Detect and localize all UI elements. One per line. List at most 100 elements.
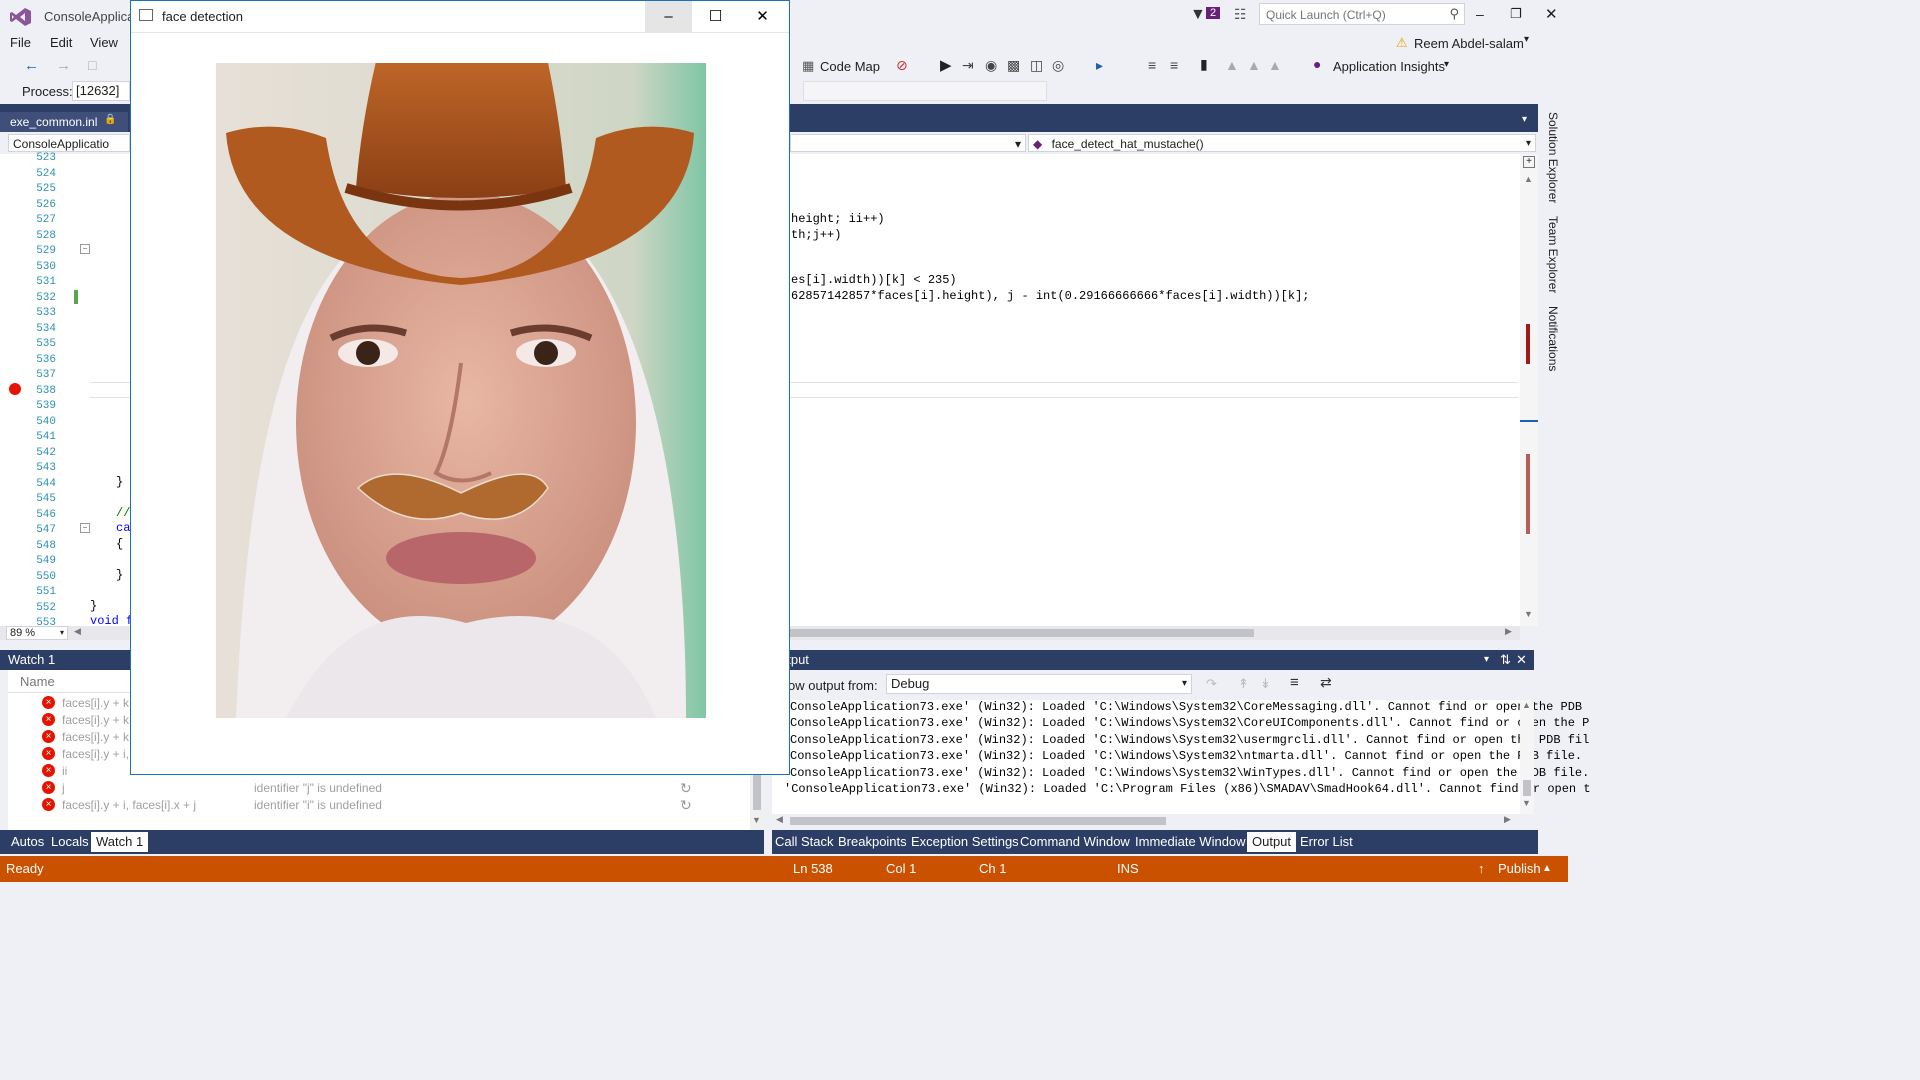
scroll-left-icon[interactable]: ◀ bbox=[776, 814, 783, 825]
watch-row-name[interactable]: faces[i].y + i, faces[i].x + j bbox=[62, 798, 196, 812]
prev-bookmark-icon[interactable]: ▲ bbox=[1225, 57, 1239, 73]
face-detection-title-bar[interactable]: face detection – ☐ ✕ bbox=[131, 1, 789, 33]
restore-icon[interactable]: ❐ bbox=[1510, 6, 1522, 22]
minimize-icon[interactable]: – bbox=[1476, 6, 1484, 22]
menu-file[interactable]: File bbox=[10, 35, 31, 50]
tab-exception-settings[interactable]: Exception Settings bbox=[906, 832, 1024, 852]
scroll-down-icon[interactable]: ▼ bbox=[1522, 798, 1531, 808]
minimize-button[interactable]: – bbox=[645, 1, 692, 32]
scroll-up-icon[interactable]: ▲ bbox=[1522, 700, 1531, 710]
publish-up-icon[interactable]: ▲ bbox=[1542, 863, 1552, 874]
watch-row-name[interactable]: faces[i].y + k - bbox=[62, 713, 136, 727]
outdent-icon[interactable]: ≡ bbox=[1170, 57, 1178, 73]
pin-icon[interactable]: ⇅ bbox=[1500, 650, 1511, 670]
refresh-icon[interactable]: ↻ bbox=[680, 780, 692, 797]
output-vertical-scrollbar[interactable]: ▲ ▼ bbox=[1520, 700, 1534, 814]
scroll-down-icon[interactable]: ▼ bbox=[752, 815, 761, 825]
tab-solution-explorer[interactable]: Solution Explorer bbox=[1546, 112, 1560, 203]
output-text-area[interactable]: ConsoleApplication73.exe' (Win32): Loade… bbox=[772, 700, 1591, 814]
tab-error-list[interactable]: Error List bbox=[1295, 832, 1358, 852]
target-icon[interactable]: ◎ bbox=[1052, 57, 1064, 74]
face-detection-window[interactable]: face detection – ☐ ✕ bbox=[130, 0, 790, 775]
forward-icon[interactable]: → bbox=[56, 57, 71, 74]
breakpoint-icon[interactable] bbox=[9, 383, 21, 395]
word-wrap-icon[interactable]: ⇄ bbox=[1320, 674, 1332, 691]
comment-icon[interactable]: ▸ bbox=[1096, 57, 1103, 74]
tab-notifications[interactable]: Notifications bbox=[1546, 306, 1560, 371]
back-icon[interactable]: ← bbox=[24, 57, 39, 74]
next-message-icon[interactable]: ↡ bbox=[1260, 676, 1271, 692]
horizontal-scroll-thumb[interactable] bbox=[790, 629, 1254, 637]
scope-combo[interactable]: ▾ bbox=[790, 134, 1026, 152]
new-item-icon[interactable]: □ bbox=[88, 57, 96, 73]
quick-launch-box[interactable]: ⚲ bbox=[1259, 3, 1465, 25]
process-combo[interactable]: [12632] C bbox=[72, 81, 130, 116]
prev-message-icon[interactable]: ↟ bbox=[1238, 676, 1249, 692]
watch-row-name[interactable]: faces[i].y + i, f bbox=[62, 747, 136, 761]
output-scroll-thumb[interactable] bbox=[1523, 780, 1531, 796]
app-insights-button[interactable]: Application Insights bbox=[1333, 59, 1445, 74]
clear-all-icon[interactable]: ≡ bbox=[1290, 674, 1299, 691]
console-icon[interactable]: ▩ bbox=[1007, 57, 1020, 74]
collapse-icon[interactable]: − bbox=[80, 523, 90, 533]
user-dropdown-icon[interactable]: ▾ bbox=[1524, 34, 1529, 45]
output-source-combo[interactable]: Debug ▾ bbox=[886, 674, 1192, 694]
refresh-icon[interactable]: ↻ bbox=[680, 797, 692, 814]
scroll-down-icon[interactable]: ▼ bbox=[1524, 609, 1533, 619]
user-name[interactable]: Reem Abdel-salam bbox=[1414, 36, 1524, 51]
watch-row-name[interactable]: faces[i].y + k - bbox=[62, 730, 136, 744]
filter-icon[interactable]: ▼ bbox=[1190, 6, 1206, 24]
find-message-icon[interactable]: ↷ bbox=[1206, 676, 1217, 692]
breakpoint-toggle-icon[interactable]: ⊘ bbox=[896, 57, 908, 74]
camera-icon[interactable]: ◉ bbox=[985, 57, 997, 74]
menu-edit[interactable]: Edit bbox=[50, 35, 72, 50]
continue-icon[interactable]: ▶ bbox=[940, 56, 952, 74]
indent-icon[interactable]: ≡ bbox=[1148, 57, 1156, 73]
collapse-icon[interactable]: − bbox=[80, 244, 90, 254]
clear-bookmarks-icon[interactable]: ▲ bbox=[1268, 57, 1282, 73]
tab-breakpoints[interactable]: Breakpoints bbox=[833, 832, 912, 852]
close-icon[interactable]: ✕ bbox=[1516, 650, 1527, 670]
editor-vertical-scrollbar[interactable]: + ▲ ▼ bbox=[1520, 154, 1538, 626]
maximize-button[interactable]: ☐ bbox=[692, 1, 739, 32]
publish-icon[interactable]: ↑ bbox=[1478, 861, 1485, 876]
tab-autos[interactable]: Autos bbox=[6, 832, 49, 852]
tab-locals[interactable]: Locals bbox=[46, 832, 94, 852]
close-button[interactable]: ✕ bbox=[739, 1, 786, 32]
scroll-right-icon[interactable]: ▶ bbox=[1505, 626, 1512, 637]
notifications-badge[interactable]: 2 bbox=[1206, 7, 1221, 19]
menu-view[interactable]: View bbox=[90, 35, 118, 50]
zoom-combo[interactable]: 89 % ▾ bbox=[6, 626, 68, 640]
document-tab-exe-common[interactable]: exe_common.inl 🔒 bbox=[0, 112, 128, 132]
watch-scroll-thumb[interactable] bbox=[753, 770, 761, 810]
scroll-up-icon[interactable]: ▲ bbox=[1524, 174, 1533, 184]
feedback-icon[interactable]: ☷ bbox=[1234, 6, 1247, 23]
watch-row-name[interactable]: faces[i].y + k - bbox=[62, 696, 136, 710]
next-bookmark-icon[interactable]: ▲ bbox=[1247, 57, 1261, 73]
app-insights-dropdown-icon[interactable]: ▾ bbox=[1444, 59, 1449, 70]
tab-output[interactable]: Output bbox=[1247, 832, 1297, 852]
output-horizontal-scrollbar[interactable]: ◀ ▶ bbox=[772, 814, 1534, 828]
window-icon[interactable]: ◫ bbox=[1030, 57, 1043, 74]
pin-icon[interactable]: 🔒 bbox=[104, 114, 116, 125]
panel-dropdown-icon[interactable]: ▾ bbox=[1484, 650, 1489, 670]
step-icon[interactable]: ⇥ bbox=[962, 57, 974, 74]
tab-call-stack[interactable]: Call Stack bbox=[770, 832, 839, 852]
output-hscroll-thumb[interactable] bbox=[790, 817, 1166, 825]
tab-command-window[interactable]: Command Window bbox=[1015, 832, 1135, 852]
publish-button[interactable]: Publish bbox=[1498, 861, 1541, 876]
bookmark-icon[interactable]: ▮ bbox=[1200, 56, 1208, 73]
tab-team-explorer[interactable]: Team Explorer bbox=[1546, 216, 1560, 293]
watch-row-name[interactable]: j bbox=[62, 781, 65, 795]
split-icon[interactable]: + bbox=[1523, 156, 1535, 168]
tab-dropdown-icon[interactable]: ▾ bbox=[1522, 114, 1527, 125]
scroll-right-icon[interactable]: ▶ bbox=[1504, 814, 1511, 825]
stack-frame-combo[interactable] bbox=[803, 81, 1047, 101]
close-icon[interactable]: ✕ bbox=[1545, 5, 1558, 23]
app-insights-icon[interactable]: ● bbox=[1313, 56, 1321, 72]
member-combo[interactable]: ◆ face_detect_hat_mustache() ▾ bbox=[1028, 134, 1536, 152]
project-combo[interactable]: ConsoleApplicatio bbox=[8, 134, 130, 152]
tab-immediate-window[interactable]: Immediate Window bbox=[1130, 832, 1251, 852]
watch-row-name[interactable]: ii bbox=[62, 764, 67, 778]
code-map-icon[interactable]: ▦ bbox=[802, 58, 814, 74]
